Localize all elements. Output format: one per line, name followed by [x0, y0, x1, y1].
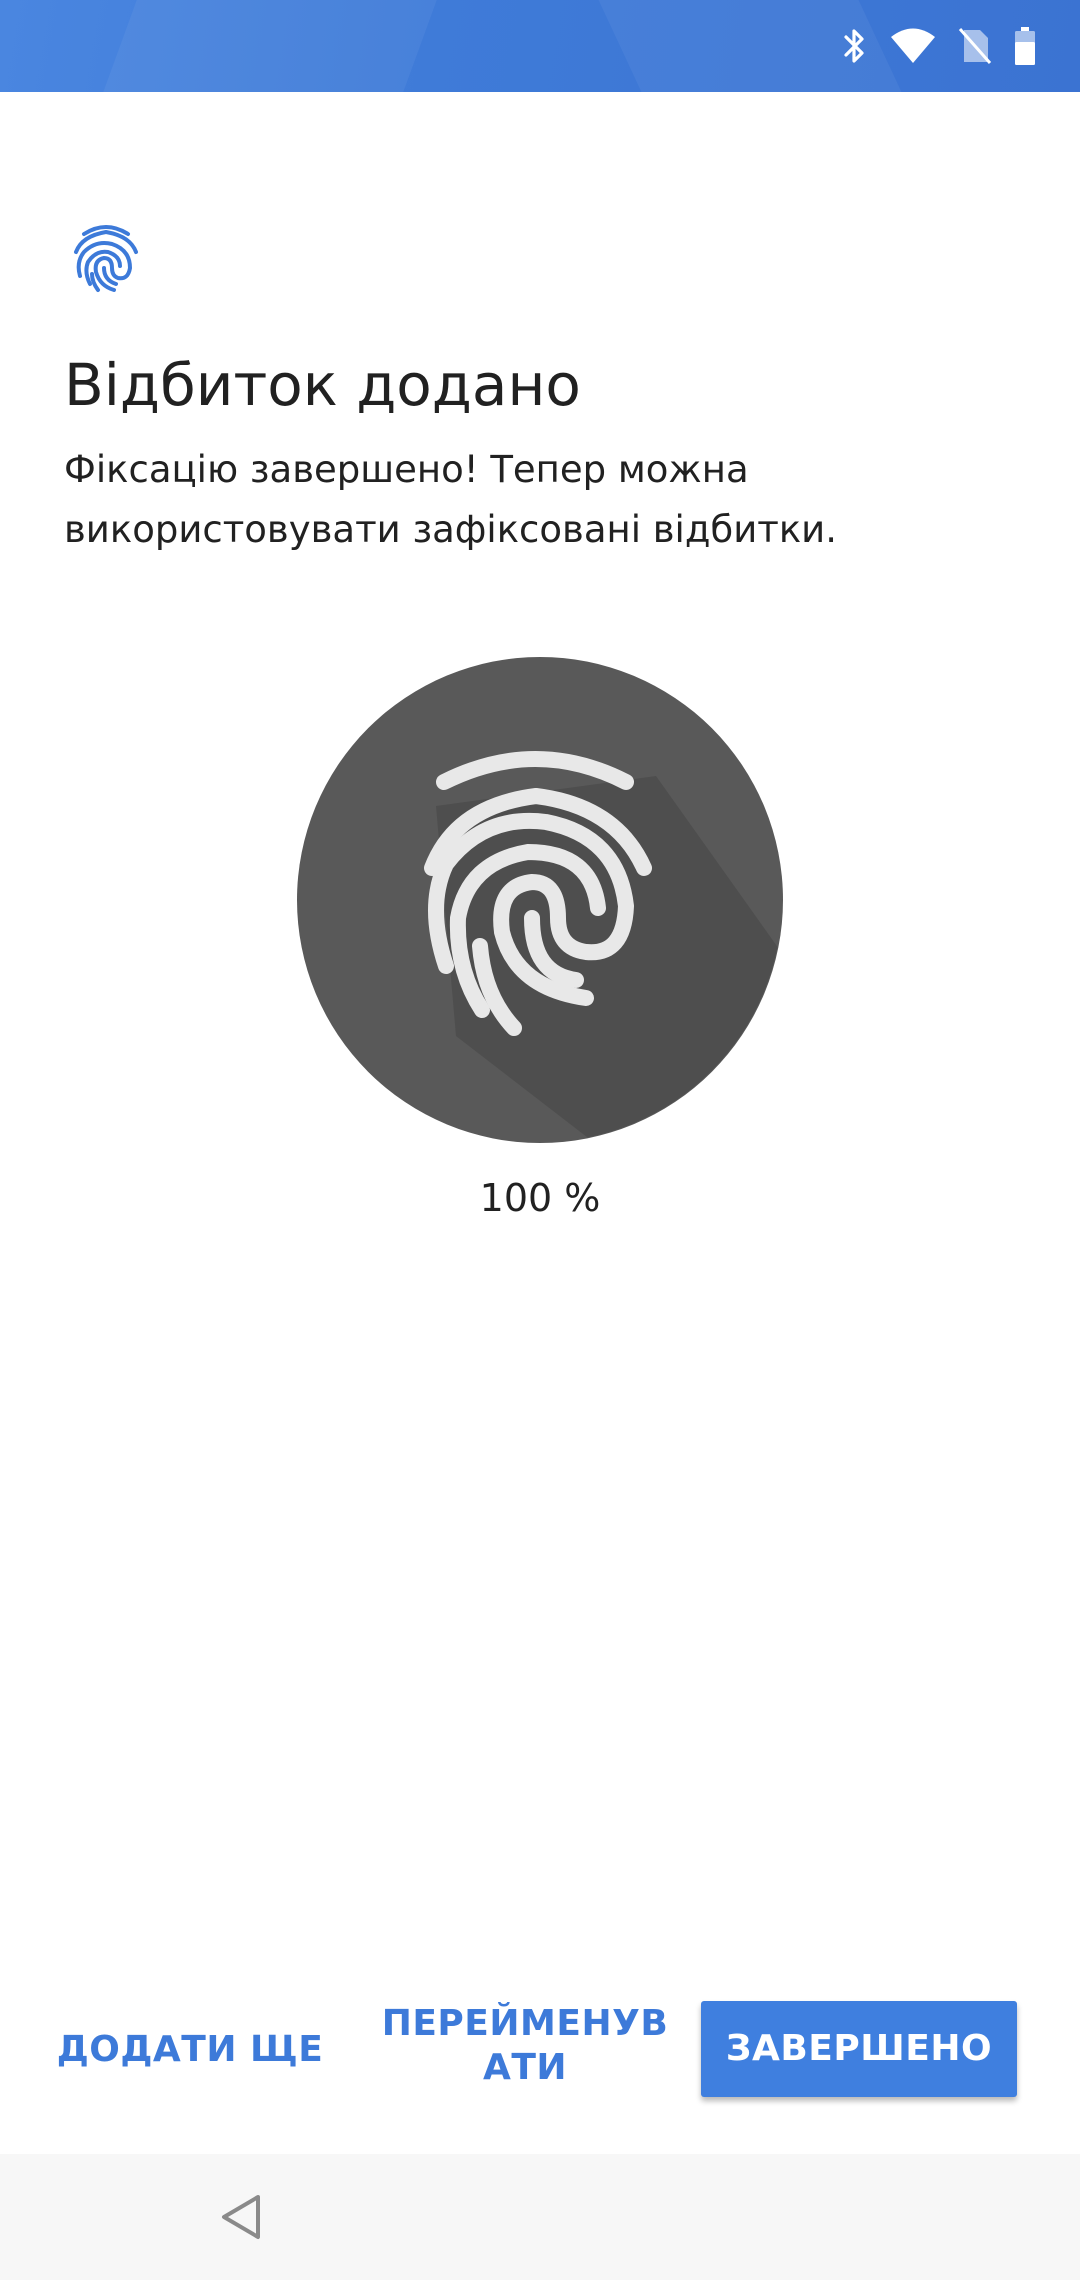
bluetooth-icon: [842, 26, 868, 66]
add-more-button[interactable]: ДОДАТИ ЩЕ: [40, 2020, 340, 2080]
no-sim-icon: [958, 27, 992, 65]
page-description: Фіксацію завершено! Тепер можна використ…: [64, 448, 837, 551]
fingerprint-icon: [70, 218, 142, 298]
progress-percent: 100 %: [479, 1176, 601, 1220]
rename-button[interactable]: ПЕРЕЙМЕНУВАТИ: [380, 2002, 670, 2090]
fingerprint-added-screen: Відбиток додано Фіксацію завершено! Тепе…: [0, 0, 1080, 2280]
status-bar: [0, 0, 1080, 92]
status-icons: [842, 24, 1036, 68]
fingerprint-progress-circle: [296, 656, 784, 1144]
wifi-icon: [890, 28, 936, 64]
navigation-bar: [0, 2154, 1080, 2280]
done-button[interactable]: ЗАВЕРШЕНО: [701, 2001, 1017, 2097]
battery-icon: [1014, 26, 1036, 66]
back-triangle-icon[interactable]: [218, 2192, 266, 2242]
page-title: Відбиток додано: [64, 351, 581, 419]
